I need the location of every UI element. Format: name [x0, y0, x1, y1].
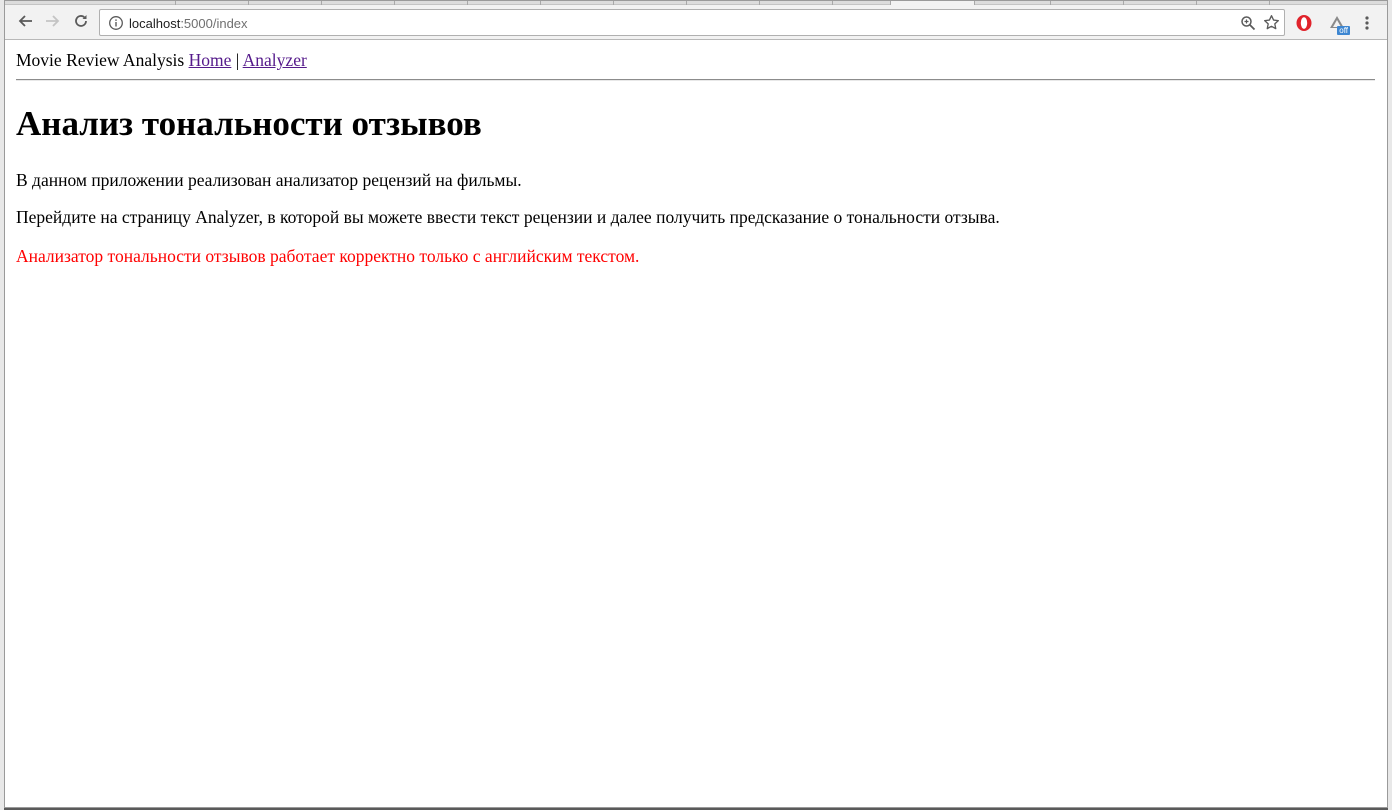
nav-link-home[interactable]: Home	[189, 50, 232, 70]
vertical-scrollbar[interactable]	[1377, 41, 1387, 807]
browser-menu-button[interactable]	[1356, 12, 1378, 34]
horizontal-rule	[16, 79, 1375, 81]
info-icon[interactable]	[108, 15, 124, 31]
reload-icon	[75, 15, 87, 27]
address-bar[interactable]: localhost:5000/index	[99, 9, 1285, 36]
page-viewport: Movie Review Analysis Home | Analyzer Ан…	[5, 41, 1387, 807]
opera-button[interactable]	[1293, 12, 1315, 34]
url-host: localhost	[129, 16, 181, 31]
instructions-paragraph: Перейдите на страницу Analyzer, в которо…	[16, 207, 1000, 227]
english-only-warning: Анализатор тональности отзывов работает …	[16, 246, 640, 266]
back-arrow-icon	[18, 15, 32, 27]
nav-separator: |	[235, 50, 240, 70]
extension-badge: off	[1337, 26, 1350, 35]
site-brand: Movie Review Analysis	[16, 50, 185, 70]
url-text[interactable]: localhost:5000/index	[129, 16, 248, 31]
back-button[interactable]	[12, 8, 38, 34]
page-title: Анализ тональности отзывов	[16, 104, 482, 143]
forward-button[interactable]	[40, 8, 66, 34]
intro-paragraph: В данном приложении реализован анализато…	[16, 170, 522, 190]
extension-button[interactable]: off	[1326, 12, 1350, 35]
browser-window: localhost:5000/index off Movie Review An…	[4, 0, 1388, 808]
browser-toolbar: localhost:5000/index off	[5, 5, 1387, 40]
opera-icon	[1296, 15, 1312, 31]
forward-arrow-icon	[46, 15, 60, 27]
nav-link-analyzer[interactable]: Analyzer	[243, 50, 307, 70]
site-nav: Movie Review Analysis Home | Analyzer	[16, 50, 307, 70]
kebab-menu-icon	[1365, 16, 1369, 30]
reload-button[interactable]	[68, 8, 94, 34]
star-icon[interactable]	[1263, 14, 1280, 31]
url-path: :5000/index	[180, 16, 248, 31]
desktop-edge-right	[1388, 0, 1392, 810]
zoom-icon[interactable]	[1240, 15, 1256, 31]
